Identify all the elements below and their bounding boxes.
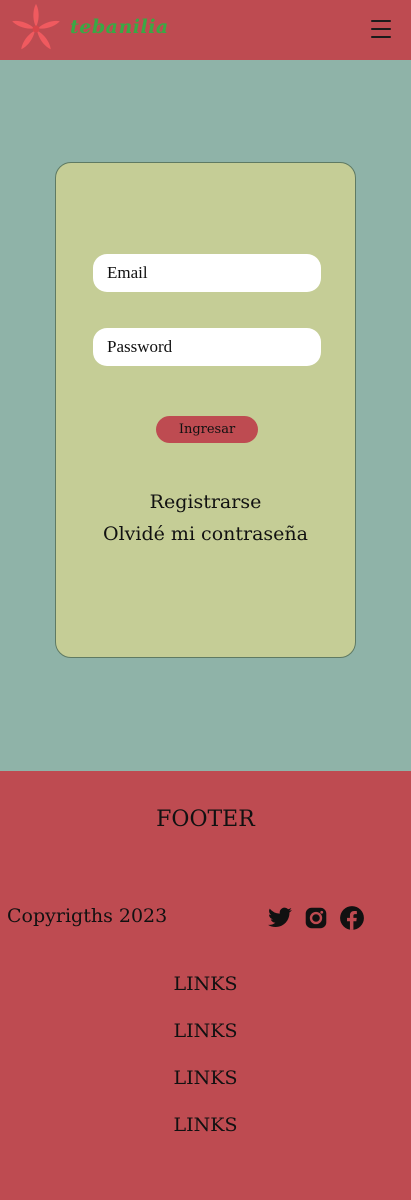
- menu-bar: [371, 28, 391, 30]
- forgot-password-link[interactable]: Olvidé mi contraseña: [56, 523, 355, 545]
- footer-title: FOOTER: [156, 807, 255, 832]
- site-header: tebanilia: [0, 0, 411, 60]
- menu-bar: [371, 20, 391, 22]
- brand-name[interactable]: tebanilia: [70, 16, 169, 38]
- facebook-icon[interactable]: [339, 905, 365, 931]
- main-content: Ingresar Registrarse Olvidé mi contraseñ…: [0, 60, 411, 771]
- site-footer: FOOTER Copyrigths 2023 LINKS LINKS LINKS…: [0, 771, 411, 1200]
- footer-link[interactable]: LINKS: [0, 1114, 411, 1136]
- hamburger-menu-icon[interactable]: [369, 17, 393, 41]
- register-link[interactable]: Registrarse: [56, 491, 355, 513]
- login-card: Ingresar Registrarse Olvidé mi contraseñ…: [55, 162, 356, 658]
- flower-logo-icon[interactable]: [10, 3, 62, 55]
- email-field[interactable]: [93, 254, 321, 292]
- login-button[interactable]: Ingresar: [156, 416, 258, 443]
- password-field[interactable]: [93, 328, 321, 366]
- footer-link[interactable]: LINKS: [0, 1020, 411, 1042]
- copyright-text: Copyrigths 2023: [7, 905, 168, 927]
- menu-bar: [371, 36, 391, 38]
- instagram-icon[interactable]: [303, 905, 329, 931]
- footer-link[interactable]: LINKS: [0, 973, 411, 995]
- twitter-icon[interactable]: [267, 905, 293, 931]
- footer-link[interactable]: LINKS: [0, 1067, 411, 1089]
